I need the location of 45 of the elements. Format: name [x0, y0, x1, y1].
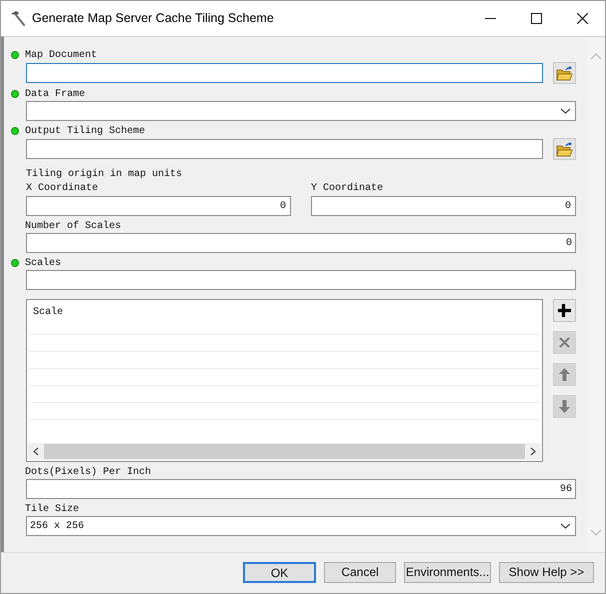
section-label: Tiling origin in map units — [26, 168, 184, 182]
window-title: Generate Map Server Cache Tiling Scheme — [32, 10, 274, 28]
path-field[interactable] — [26, 63, 543, 83]
field-label: Scales — [25, 256, 62, 270]
column-header: Scale — [33, 306, 64, 320]
field-label: Tile Size — [25, 502, 80, 516]
browse-button[interactable] — [553, 62, 576, 84]
browse-button[interactable] — [553, 138, 576, 160]
add-button[interactable] — [553, 299, 576, 322]
folder-icon — [556, 66, 573, 80]
text-field[interactable] — [26, 270, 576, 290]
folder-icon — [556, 142, 573, 156]
close-icon — [576, 13, 588, 24]
dialog-button[interactable]: Cancel — [324, 562, 396, 582]
hammer-icon — [9, 10, 26, 27]
chevron-down-icon — [560, 108, 571, 114]
chevron-right-icon[interactable] — [530, 447, 536, 456]
number-field[interactable]: 0 — [311, 196, 576, 216]
scrollbar-thumb[interactable] — [44, 444, 525, 459]
arrow-up-icon — [557, 367, 572, 382]
dropdown[interactable] — [26, 101, 576, 121]
number-field[interactable]: 0 — [26, 196, 291, 216]
dialog-button[interactable]: Environments... — [404, 562, 491, 582]
chevron-down-icon — [560, 523, 571, 529]
horizontal-scrollbar[interactable] — [28, 443, 541, 460]
field-label: Data Frame — [25, 88, 86, 102]
scale-list[interactable]: Scale — [26, 299, 543, 462]
plus-icon — [557, 303, 572, 318]
close-icon — [557, 335, 572, 350]
dialog-button[interactable]: Show Help >> — [499, 562, 594, 582]
maximize-icon — [530, 13, 542, 24]
field-label: X Coordinate — [26, 182, 100, 196]
path-field[interactable] — [26, 139, 543, 159]
number-field[interactable]: 0 — [26, 233, 576, 253]
arrow-down-icon — [557, 399, 572, 414]
field-label: Dots(Pixels) Per Inch — [25, 466, 152, 480]
field-label: Map Document — [25, 48, 98, 62]
field-label: Output Tiling Scheme — [25, 124, 146, 138]
minimize-icon — [484, 18, 496, 19]
number-field[interactable]: 96 — [26, 479, 576, 499]
dropdown[interactable]: 256 x 256 — [26, 516, 576, 536]
field-label: Number of Scales — [25, 220, 122, 234]
dialog-button[interactable]: OK — [243, 562, 316, 582]
field-label: Y Coordinate — [311, 182, 384, 196]
chevron-left-icon[interactable] — [33, 447, 39, 456]
